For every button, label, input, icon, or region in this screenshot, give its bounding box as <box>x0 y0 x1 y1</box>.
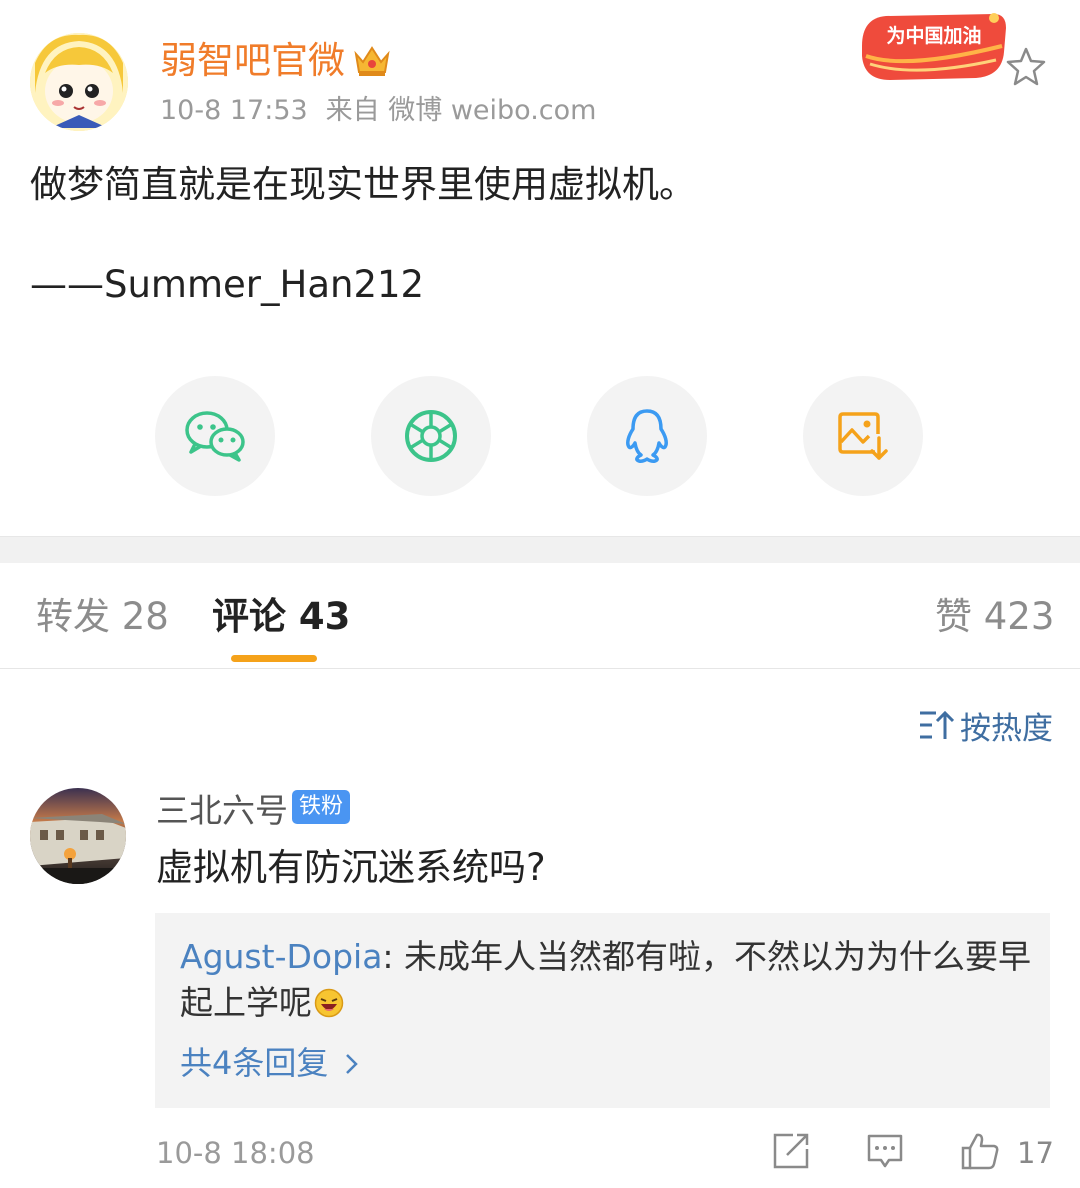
share-moments-button[interactable] <box>371 376 491 496</box>
comment-reply-icon[interactable] <box>865 1131 905 1171</box>
qq-icon <box>626 409 668 463</box>
reply-text-line2: 起上学呢 <box>180 983 312 1022</box>
avatar-image <box>30 788 126 884</box>
favorite-star-icon[interactable] <box>1004 45 1048 89</box>
reply-text-line1: 未成年人当然都有啦，不然以为为什么要早 <box>393 937 1032 976</box>
post-text: 做梦简直就是在现实世界里使用虚拟机。 <box>30 163 696 206</box>
tab-likes[interactable]: 赞 423 <box>935 590 1054 644</box>
comment-time: 10-8 18:08 <box>156 1136 315 1170</box>
reply-user[interactable]: Agust-Dopia <box>180 937 382 976</box>
comment-like-icon[interactable] <box>960 1131 1000 1171</box>
section-divider <box>0 536 1080 563</box>
share-qq-button[interactable] <box>587 376 707 496</box>
sort-label: 按热度 <box>960 710 1053 747</box>
post-time: 10-8 17:53 <box>160 95 308 126</box>
save-image-button[interactable] <box>803 376 923 496</box>
author-name[interactable]: 弱智吧官微 <box>160 38 345 84</box>
reply-preview-line2: 起上学呢 <box>180 980 1030 1026</box>
reply-preview-line1: Agust-Dopia: 未成年人当然都有啦，不然以为为什么要早 <box>180 934 1032 980</box>
sort-icon <box>920 710 954 739</box>
fan-badge: 铁粉 <box>292 790 351 824</box>
cheer-china-badge: 为中国加油 <box>856 6 1012 84</box>
sort-by-hot-button[interactable]: 按热度 <box>918 702 1053 748</box>
share-wechat-button[interactable] <box>155 376 275 496</box>
view-all-replies-link[interactable]: 共4条回复 <box>180 1040 364 1086</box>
more-replies-label: 共4条回复 <box>180 1044 329 1082</box>
reply-colon: : <box>382 937 394 976</box>
laughing-emoji-icon <box>314 988 344 1018</box>
avatar-image <box>30 33 128 131</box>
wechat-icon <box>185 411 245 462</box>
post-meta: 10-8 17:53 来自 微博 weibo.com <box>160 93 596 129</box>
moments-icon <box>405 410 457 462</box>
commenter-avatar[interactable] <box>30 788 126 884</box>
comment-text: 虚拟机有防沉迷系统吗? <box>156 846 546 889</box>
cheer-badge-text: 为中国加油 <box>886 24 981 47</box>
comment-share-icon[interactable] <box>771 1131 811 1171</box>
post-source: 来自 微博 weibo.com <box>325 95 597 126</box>
tab-divider <box>0 668 1080 669</box>
active-tab-indicator <box>231 655 317 662</box>
post-attribution: ——Summer_Han212 <box>30 263 425 306</box>
crown-icon <box>352 40 392 80</box>
comment-like-count: 17 <box>1017 1136 1054 1170</box>
tab-comments[interactable]: 评论 43 <box>212 590 350 644</box>
chevron-right-icon <box>346 1054 359 1074</box>
commenter-name[interactable]: 三北六号 <box>156 788 288 834</box>
tab-reposts[interactable]: 转发 28 <box>36 590 169 644</box>
save-image-icon <box>838 412 888 460</box>
author-avatar[interactable] <box>30 33 128 131</box>
